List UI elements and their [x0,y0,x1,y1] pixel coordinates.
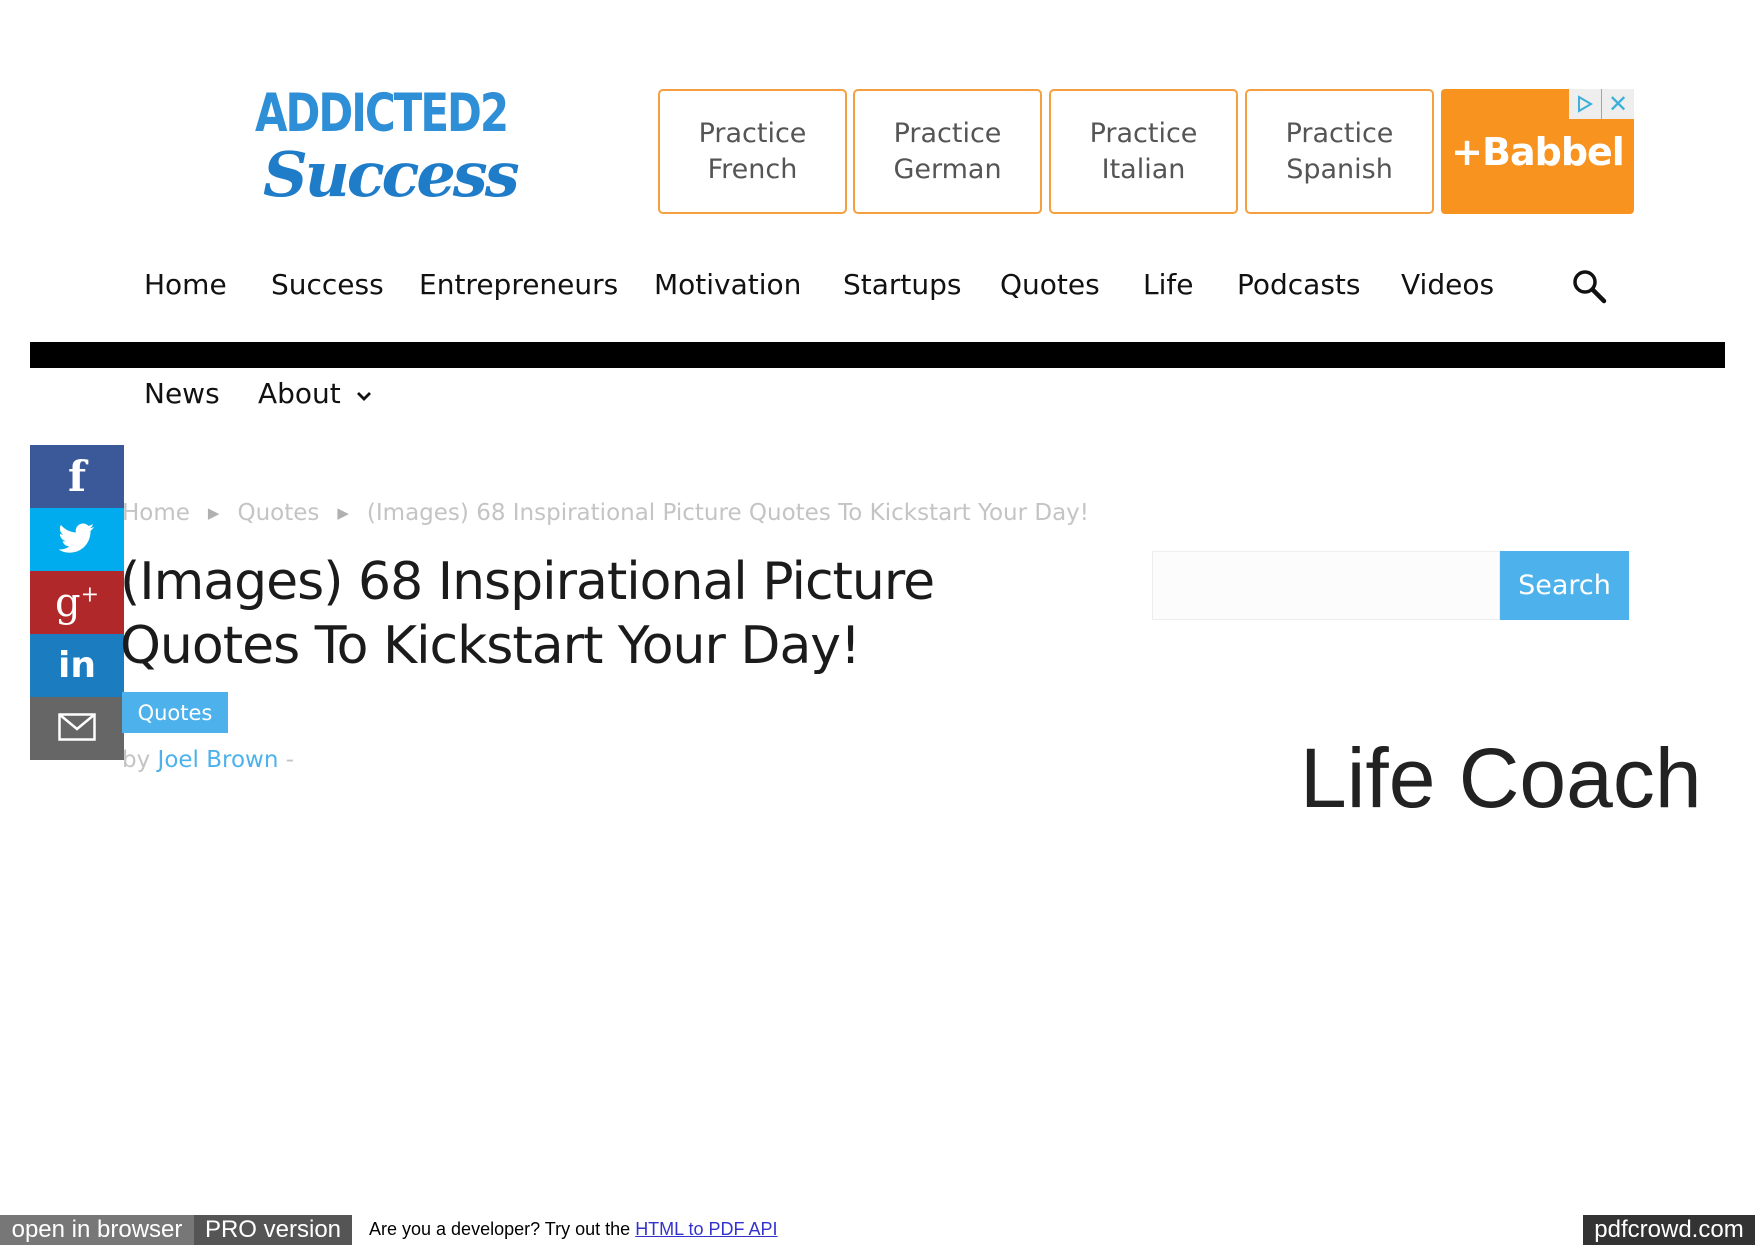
category-badge[interactable]: Quotes [122,692,228,733]
chevron-right-icon: ▶ [207,504,220,522]
nav-item-podcasts[interactable]: Podcasts [1237,268,1361,301]
breadcrumb-current: (Images) 68 Inspirational Picture Quotes… [366,500,1090,526]
author-link[interactable]: Joel Brown [158,747,279,773]
nav-item-news[interactable]: News [144,377,220,410]
email-icon [58,712,96,745]
pro-version-button[interactable]: PRO version [194,1215,352,1245]
breadcrumb-home[interactable]: Home [122,500,190,526]
open-in-browser-button[interactable]: open in browser [0,1215,194,1245]
ad-practice-german[interactable]: Practice German [853,89,1042,214]
twitter-icon [58,523,95,557]
linkedin-icon: in [58,645,96,686]
nav-item-quotes[interactable]: Quotes [1000,268,1100,301]
breadcrumb: Home ▶ Quotes ▶ (Images) 68 Inspirationa… [122,500,1089,526]
breadcrumb-quotes[interactable]: Quotes [237,500,319,526]
html-to-pdf-api-link[interactable]: HTML to PDF API [635,1219,777,1239]
site-logo[interactable]: ADDICTED2 Success [253,82,520,232]
developer-promo-text: Are you a developer? Try out the [369,1219,631,1239]
chevron-right-icon: ▶ [337,504,349,522]
nav-item-startups[interactable]: Startups [843,268,962,301]
logo-text-top: ADDICTED2 [255,82,509,144]
chevron-down-icon[interactable] [355,387,373,405]
author-separator: - [285,747,295,773]
search-icon[interactable] [1571,268,1607,304]
share-email-button[interactable] [30,697,124,760]
share-linkedin-button[interactable]: in [30,634,124,697]
google-plus-icon: g+ [54,579,100,626]
nav-item-videos[interactable]: Videos [1401,268,1494,301]
adchoices-icon[interactable] [1569,89,1601,119]
share-facebook-button[interactable]: f [30,445,124,508]
author-by-label: by [122,747,151,773]
ad-practice-spanish[interactable]: Practice Spanish [1245,89,1434,214]
search-input[interactable] [1152,551,1500,620]
page-title: (Images) 68 Inspirational Picture Quotes… [120,552,935,676]
pdfcrowd-logo[interactable]: pdfcrowd.com [1583,1215,1755,1245]
nav-item-home[interactable]: Home [144,268,227,301]
author-line: by Joel Brown - [122,747,294,773]
share-google-plus-button[interactable]: g+ [30,571,124,634]
search-button[interactable]: Search [1500,551,1629,620]
nav-item-success[interactable]: Success [271,268,384,301]
ad-close-icon[interactable]: ✕ [1602,89,1634,119]
facebook-icon: f [67,452,87,501]
sidebar-ad-text[interactable]: Life Coach [1300,730,1702,827]
developer-promo: Are you a developer? Try out the HTML to… [369,1219,778,1240]
nav-item-about[interactable]: About [258,377,341,410]
ad-practice-french[interactable]: Practice French [658,89,847,214]
logo-text-bottom: Success [263,138,520,211]
nav-divider-bar [30,342,1725,368]
nav-item-motivation[interactable]: Motivation [654,268,801,301]
nav-item-life[interactable]: Life [1143,268,1193,301]
ad-practice-italian[interactable]: Practice Italian [1049,89,1238,214]
nav-item-entrepreneurs[interactable]: Entrepreneurs [419,268,618,301]
share-twitter-button[interactable] [30,508,124,571]
